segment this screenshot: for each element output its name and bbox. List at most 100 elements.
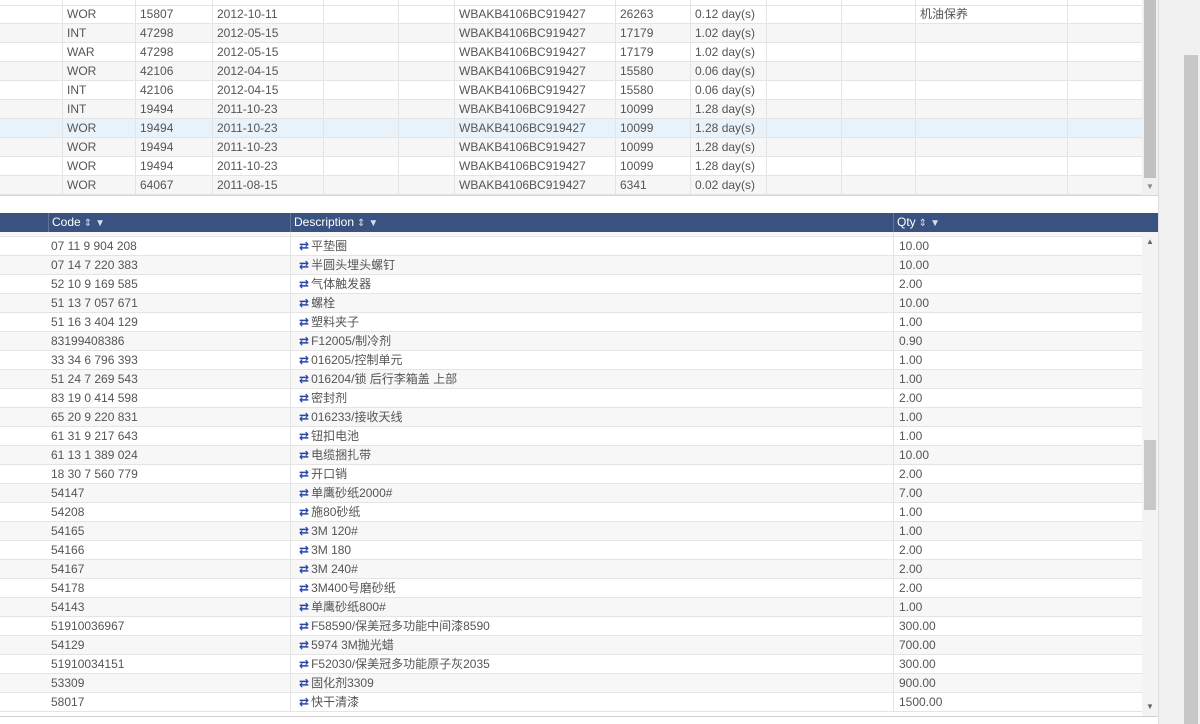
table-row[interactable]: 51 16 3 404 129 ⇄ 塑料夹子 1.00 [0,313,1142,332]
column-header-description[interactable]: Description ⇕ ▼ [290,213,893,232]
table-row[interactable]: 54167 ⇄ 3M 240# 2.00 [0,560,1142,579]
swap-link-icon[interactable]: ⇄ [299,334,309,348]
swap-link-icon[interactable]: ⇄ [299,486,309,500]
swap-link-icon[interactable]: ⇄ [299,581,309,595]
table-row[interactable]: 33 34 6 796 393 ⇄ 016205/控制单元 1.00 [0,351,1142,370]
cell-code: 52 10 9 169 585 [51,277,138,291]
swap-link-icon[interactable]: ⇄ [299,505,309,519]
table-row[interactable]: 61 31 9 217 643 ⇄ 钮扣电池 1.00 [0,427,1142,446]
table-row[interactable]: 54178 ⇄ 3M400号磨砂纸 2.00 [0,579,1142,598]
parts-grid-scroll-thumb[interactable] [1144,440,1156,510]
sort-icon[interactable]: ⇕ [919,214,927,233]
table-row[interactable]: INT 19494 2011-10-23 WBAKB4106BC919427 10099… [0,100,1142,119]
table-row[interactable]: 52 10 9 169 585 ⇄ 气体触发器 2.00 [0,275,1142,294]
table-row[interactable]: 58017 ⇄ 快干清漆 1500.00 [0,693,1142,712]
cell-description: ⇄ 3M400号磨砂纸 [290,579,893,598]
table-cell [1067,157,1142,176]
swap-link-icon[interactable]: ⇄ [299,543,309,557]
cell-dur: 0.02 day(s) [690,176,766,195]
table-row[interactable]: WOR 64067 2011-08-15 WBAKB4106BC919427 6341 0… [0,176,1142,195]
table-cell [0,157,62,176]
swap-link-icon[interactable]: ⇄ [299,353,309,367]
table-cell [841,43,915,62]
swap-link-icon[interactable]: ⇄ [299,448,309,462]
table-cell [323,138,398,157]
table-row[interactable]: 07 14 7 220 383 ⇄ 半圆头埋头螺钉 10.00 [0,256,1142,275]
table-row[interactable]: 65 20 9 220 831 ⇄ 016233/接收天线 1.00 [0,408,1142,427]
swap-link-icon[interactable]: ⇄ [299,410,309,424]
table-row[interactable]: 18 30 7 560 779 ⇄ 开口销 2.00 [0,465,1142,484]
table-row[interactable]: 83199408386 ⇄ F12005/制冷剂 0.90 [0,332,1142,351]
swap-link-icon[interactable]: ⇄ [299,277,309,291]
description-text: 塑料夹子 [311,315,360,329]
table-row[interactable]: 54166 ⇄ 3M 180 2.00 [0,541,1142,560]
swap-link-icon[interactable]: ⇄ [299,372,309,386]
table-row[interactable]: 54165 ⇄ 3M 120# 1.00 [0,522,1142,541]
page-scroll-thumb[interactable] [1184,55,1198,724]
swap-link-icon[interactable]: ⇄ [299,315,309,329]
swap-link-icon[interactable]: ⇄ [299,562,309,576]
table-cell [398,100,454,119]
table-cell [841,62,915,81]
description-text: 平垫圈 [311,239,348,253]
table-row[interactable]: 51910034151 ⇄ F52030/保美冠多功能原子灰2035 300.00 [0,655,1142,674]
cell-qty: 10.00 [893,446,1142,465]
swap-link-icon[interactable]: ⇄ [299,467,309,481]
table-row[interactable]: WOR 42106 2012-04-15 WBAKB4106BC919427 15580… [0,62,1142,81]
swap-link-icon[interactable]: ⇄ [299,600,309,614]
filter-icon[interactable]: ▼ [95,214,105,233]
table-row[interactable]: WOR 19494 2011-10-23 WBAKB4106BC919427 10099… [0,157,1142,176]
table-row[interactable]: WOR 19494 2011-10-23 WBAKB4106BC919427 10099… [0,119,1142,138]
table-cell [323,62,398,81]
sort-icon[interactable]: ⇕ [84,214,92,233]
table-row[interactable]: WOR 19494 2011-10-23 WBAKB4106BC919427 10099… [0,138,1142,157]
table-row[interactable]: 61 13 1 389 024 ⇄ 电缆捆扎带 10.00 [0,446,1142,465]
swap-link-icon[interactable]: ⇄ [299,695,309,709]
swap-link-icon[interactable]: ⇄ [299,239,309,253]
cell-date: 2011-10-23 [212,119,323,138]
filter-icon[interactable]: ▼ [930,214,940,233]
sort-icon[interactable]: ⇕ [357,214,365,233]
table-row[interactable]: WAR 47298 2012-05-15 WBAKB4106BC919427 17179… [0,43,1142,62]
swap-link-icon[interactable]: ⇄ [299,524,309,538]
swap-link-icon[interactable]: ⇄ [299,619,309,633]
table-row[interactable]: 51 24 7 269 543 ⇄ 016204/锁 后行李箱盖 上部 1.00 [0,370,1142,389]
top-grid-scroll-thumb[interactable] [1144,0,1156,178]
swap-link-icon[interactable]: ⇄ [299,391,309,405]
swap-link-icon[interactable]: ⇄ [299,638,309,652]
cell-qty: 1.00 [893,351,1142,370]
table-row[interactable]: 54143 ⇄ 单鹰砂纸800# 1.00 [0,598,1142,617]
cell-dur: 1.28 day(s) [690,100,766,119]
column-header-qty[interactable]: Qty ⇕ ▼ [893,213,1158,232]
cell-date: 2011-10-23 [212,157,323,176]
table-row[interactable]: WOR 15807 2012-10-11 WBAKB4106BC919427 26263… [0,5,1142,24]
cell-date: 2011-10-23 [212,138,323,157]
table-row[interactable]: 51910036967 ⇄ F58590/保美冠多功能中间漆8590 300.00 [0,617,1142,636]
top-scroll-down-arrow-icon[interactable]: ▼ [1142,180,1158,194]
description-text: 3M 240# [311,562,358,576]
table-row[interactable]: 83 19 0 414 598 ⇄ 密封剂 2.00 [0,389,1142,408]
column-header-code[interactable]: Code ⇕ ▼ [48,213,290,232]
table-row[interactable]: 51 13 7 057 671 ⇄ 螺栓 10.00 [0,294,1142,313]
table-row[interactable]: 07 11 9 904 208 ⇄ 平垫圈 10.00 [0,237,1142,256]
filter-icon[interactable]: ▼ [368,214,378,233]
description-text: F12005/制冷剂 [311,334,392,348]
swap-link-icon[interactable]: ⇄ [299,429,309,443]
cell-vin: WBAKB4106BC919427 [454,100,615,119]
table-row[interactable]: INT 47298 2012-05-15 WBAKB4106BC919427 17179… [0,24,1142,43]
cell-note [915,138,1067,157]
scroll-down-arrow-icon[interactable]: ▼ [1142,700,1158,714]
table-row[interactable]: 54147 ⇄ 单鹰砂纸2000# 7.00 [0,484,1142,503]
table-row[interactable]: 54129 ⇄ 5974 3M抛光蜡 700.00 [0,636,1142,655]
swap-link-icon[interactable]: ⇄ [299,657,309,671]
swap-link-icon[interactable]: ⇄ [299,676,309,690]
swap-link-icon[interactable]: ⇄ [299,258,309,272]
swap-link-icon[interactable]: ⇄ [299,296,309,310]
table-row[interactable]: 54208 ⇄ 施80砂纸 1.00 [0,503,1142,522]
table-cell [0,119,62,138]
scroll-up-arrow-icon[interactable]: ▲ [1142,235,1158,249]
description-text: 单鹰砂纸2000# [311,486,393,500]
cell-code: 54178 [51,581,85,595]
table-row[interactable]: INT 42106 2012-04-15 WBAKB4106BC919427 15580… [0,81,1142,100]
table-row[interactable]: 53309 ⇄ 固化剂3309 900.00 [0,674,1142,693]
